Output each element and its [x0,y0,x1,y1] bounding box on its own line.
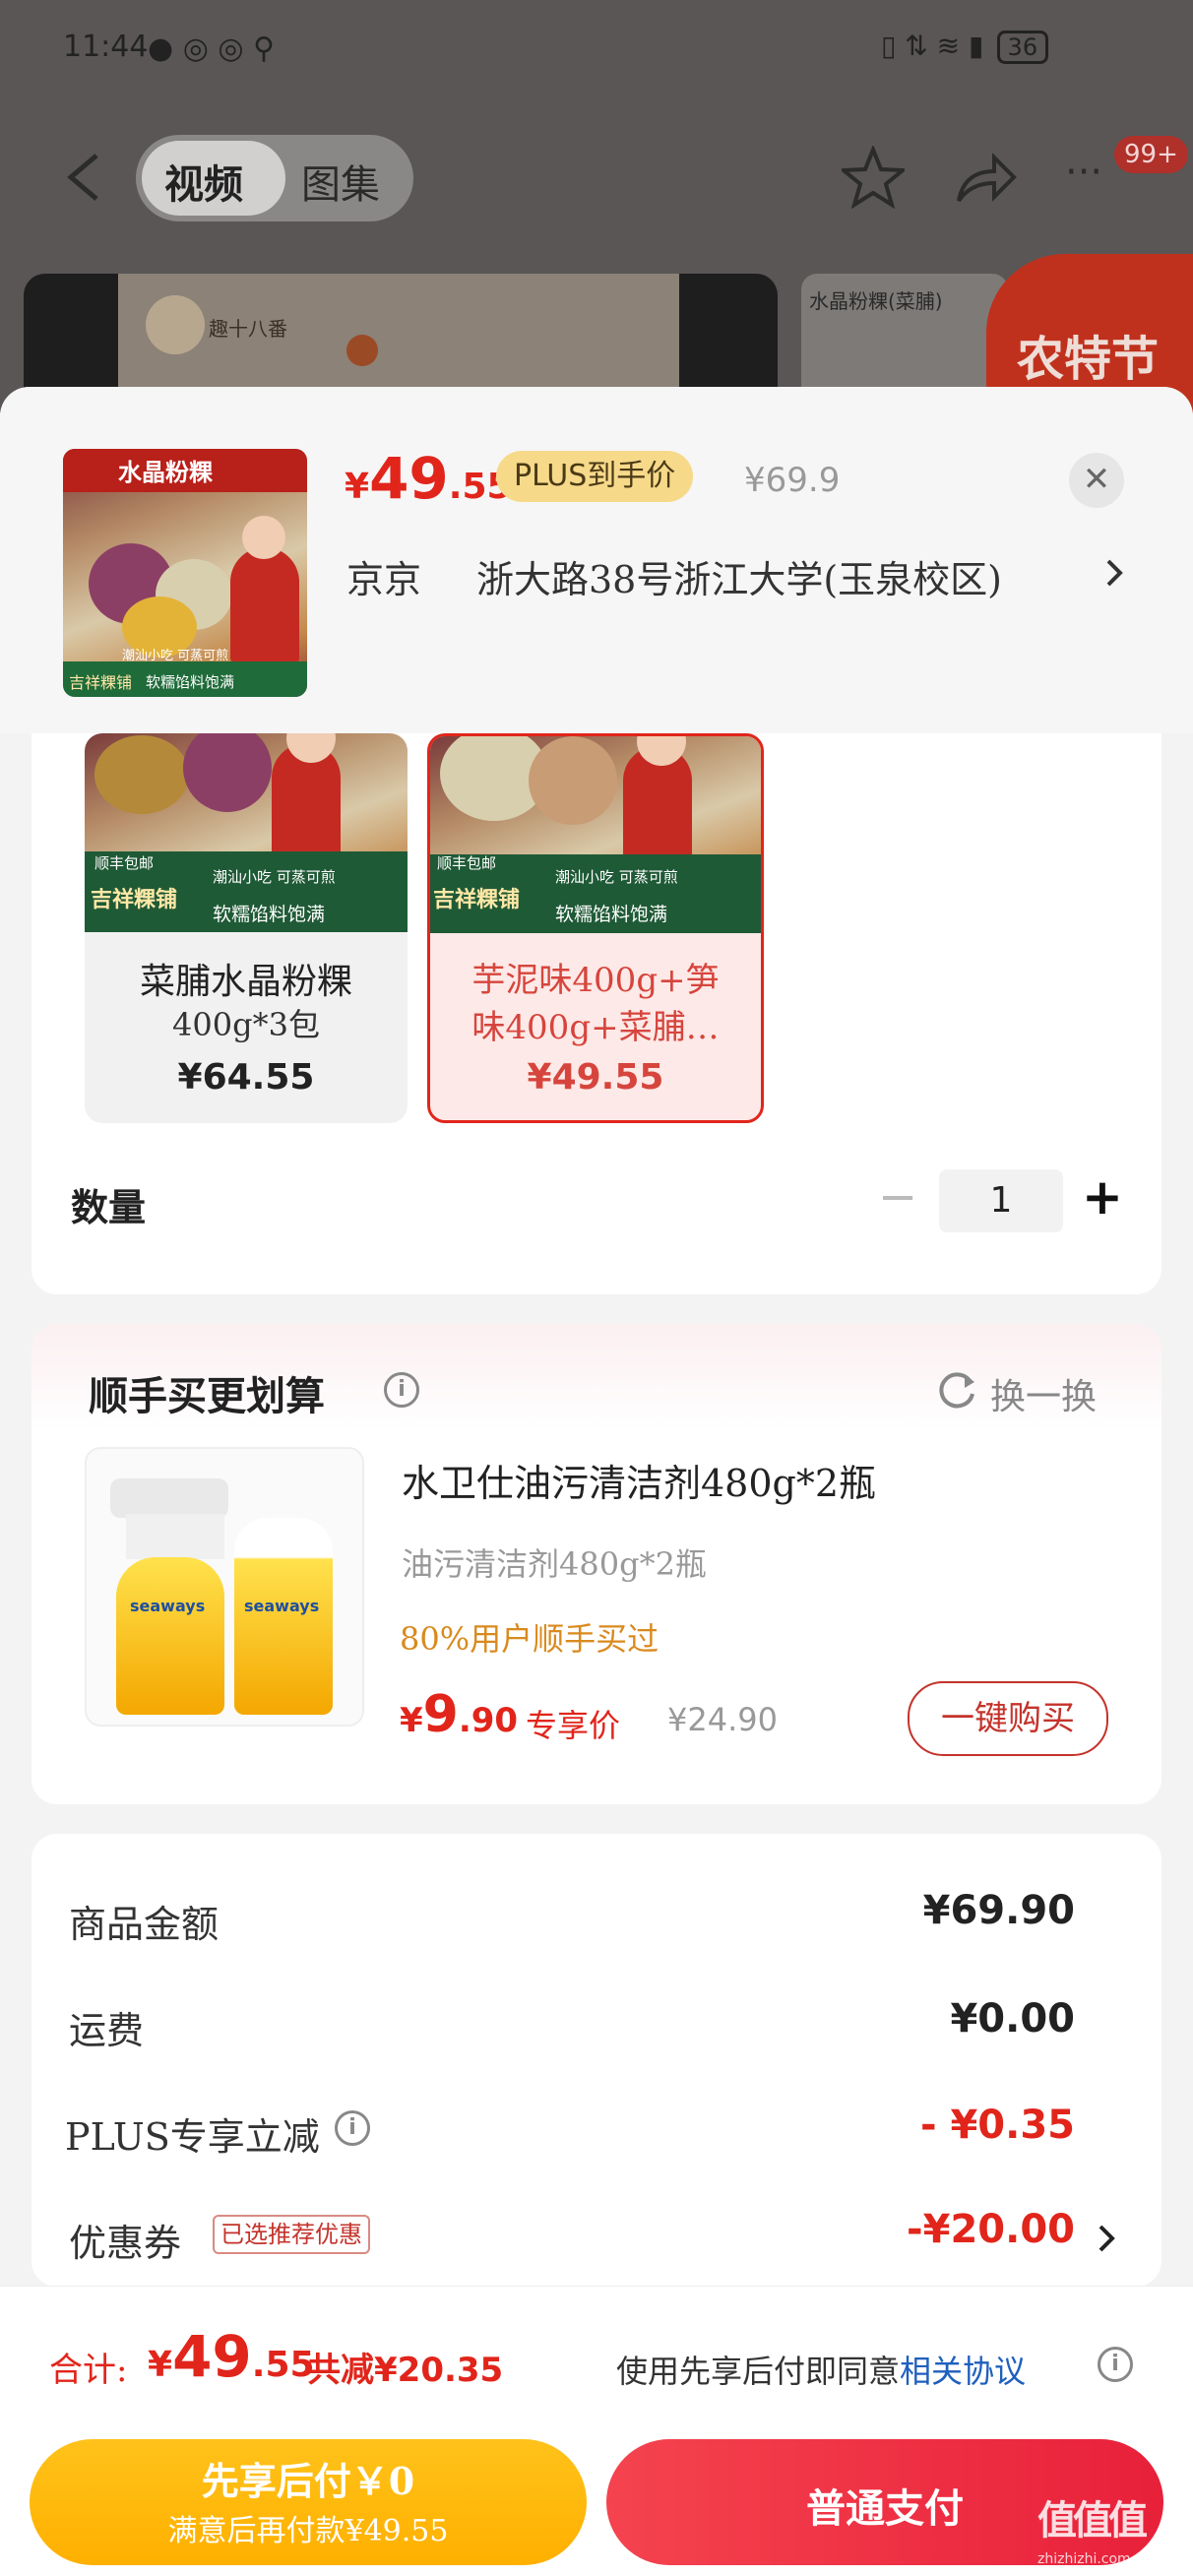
summary-value-subtotal: ¥69.90 [922,1888,1075,1933]
summary-label-plus-discount: PLUS专享立减 [65,2115,320,2159]
refresh-icon[interactable] [935,1368,978,1412]
pay-later-title: 先享后付￥0 [201,2459,415,2503]
bottle-brand-2: seaways [244,1597,320,1615]
summary-label-coupon: 优惠券 [69,2222,182,2265]
summary-label-subtotal: 商品金额 [69,1903,220,1946]
back-icon[interactable] [59,148,108,207]
coupon-tag: 已选推荐优惠 [213,2215,370,2254]
close-icon[interactable]: ✕ [1069,453,1124,508]
thumbnail-tag-filling: 软糯馅料饱满 [146,673,235,691]
brand-name: 趣十八番 [209,317,287,341]
sku2-tag-shop: 吉祥粿铺 [433,888,521,912]
sku1-price: ¥64.55 [177,1057,315,1098]
sku1-name-line1: 菜脯水晶粉粿 [139,962,352,1002]
thumbnail-badge: 水晶粉粿 [118,459,213,486]
summary-value-coupon[interactable]: -¥20.00 [787,2207,1075,2252]
star-icon[interactable] [838,144,909,210]
address-chevron-icon[interactable] [1102,551,1126,595]
sku2-tag-filling: 软糯馅料饱满 [555,904,668,925]
upsell-price-tag: 专享价 [526,1707,621,1744]
quantity-input[interactable]: 1 [939,1169,1063,1232]
upsell-image[interactable]: seaways seaways [85,1447,364,1727]
pay-later-subtitle: 满意后再付款¥49.55 [167,2514,449,2548]
sku1-tag-shop: 吉祥粿铺 [91,888,178,912]
upsell-social-proof: 80%用户顺手买过 [400,1620,659,1658]
upsell-price-decimal: .90 [458,1701,519,1740]
total-label: 合计: [49,2351,128,2390]
sku2-name-line2: 味400g+菜脯… [471,1008,720,1047]
plus-discount-info-icon[interactable]: i [335,2110,370,2146]
agreement-prefix: 使用先享后付即同意 [616,2353,901,2390]
tab-gallery[interactable]: 图集 [301,153,380,210]
sku2-name-line1: 芋泥味400g+笋 [471,961,720,1000]
decor-fruit [346,335,378,366]
message-badge: 99+ [1114,136,1188,173]
agreement-info-icon[interactable]: i [1098,2347,1133,2382]
upsell-spec: 油污清洁剂480g*2瓶 [402,1545,707,1583]
upsell-price: ¥9.90 [400,1685,518,1744]
summary-label-shipping: 运费 [69,2009,145,2052]
share-icon[interactable] [955,150,1018,205]
watermark-logo: 值值值 [1037,2498,1148,2544]
total-price-integer: 49 [172,2323,252,2390]
watermark-url: zhizhizhi.com [1037,2551,1131,2567]
total-price-decimal: .55 [251,2345,315,2385]
upsell-info-icon[interactable]: i [384,1372,419,1408]
quantity-minus-button[interactable]: − [878,1167,917,1226]
agreement-text: 使用先享后付即同意相关协议 [616,2347,1026,2392]
bottle-brand-1: seaways [130,1597,206,1615]
thumbnail-tag-shop: 吉祥粿铺 [69,673,133,692]
total-saved: 共减¥20.35 [307,2351,504,2390]
upsell-price-symbol: ¥ [400,1701,423,1740]
upsell-name[interactable]: 水卫仕油污清洁剂480g*2瓶 [402,1453,876,1507]
total-price-symbol: ¥ [148,2345,173,2385]
quantity-plus-button[interactable]: + [1081,1165,1124,1228]
total-price: ¥49.55 [148,2323,315,2390]
thumbnail-tag-tagline: 潮汕小吃 可蒸可煎 [122,649,229,663]
agreement-link[interactable]: 相关协议 [900,2353,1026,2390]
refresh-button[interactable]: 换一换 [990,1368,1097,1419]
sku2-price: ¥49.55 [527,1057,664,1098]
product-price: ¥49.55 [345,445,512,512]
original-price: ¥69.9 [744,461,841,500]
upsell-original-price: ¥24.90 [667,1701,778,1738]
sku1-tag-filling: 软糯馅料饱满 [213,904,326,925]
upsell-price-integer: 9 [422,1685,459,1744]
status-time: 11:44 [63,30,149,64]
brand-logo [146,295,205,354]
summary-value-plus-discount: - ¥0.35 [919,2103,1075,2148]
address-prefix: 京京 [346,558,422,601]
summary-value-shipping: ¥0.00 [950,1996,1075,2042]
delivery-address[interactable]: 浙大路38号浙江大学(玉泉校区) [476,549,1002,603]
upsell-title: 顺手买更划算 [89,1374,325,1419]
quantity-label: 数量 [71,1186,147,1229]
sku2-tag-shipping: 顺丰包邮 [437,854,497,872]
sku1-name-line2: 400g*3包 [172,1006,320,1043]
sku1-tag-shipping: 顺丰包邮 [94,854,155,872]
price-integer: 49 [369,445,449,512]
price-symbol: ¥ [345,467,370,507]
background-side-label: 水晶粉粿(菜脯) [809,289,943,313]
sku1-tag-tagline: 潮汕小吃 可蒸可煎 [213,868,336,886]
status-icons-left: ● ◎ ◎ ⚲ [148,31,276,66]
status-icons-right: ▯ ⇅ ≋ ▮ 36 [881,30,1176,69]
battery-icon: 36 [996,31,1049,64]
coupon-chevron-icon[interactable] [1095,2217,1118,2260]
quick-buy-button[interactable]: 一键购买 [908,1681,1108,1756]
sku2-tag-tagline: 潮汕小吃 可蒸可煎 [555,868,678,886]
plus-price-badge: PLUS到手价 [496,451,694,502]
tab-video-label: 视频 [164,162,243,208]
festival-banner-text: 农特节 [1017,332,1160,387]
